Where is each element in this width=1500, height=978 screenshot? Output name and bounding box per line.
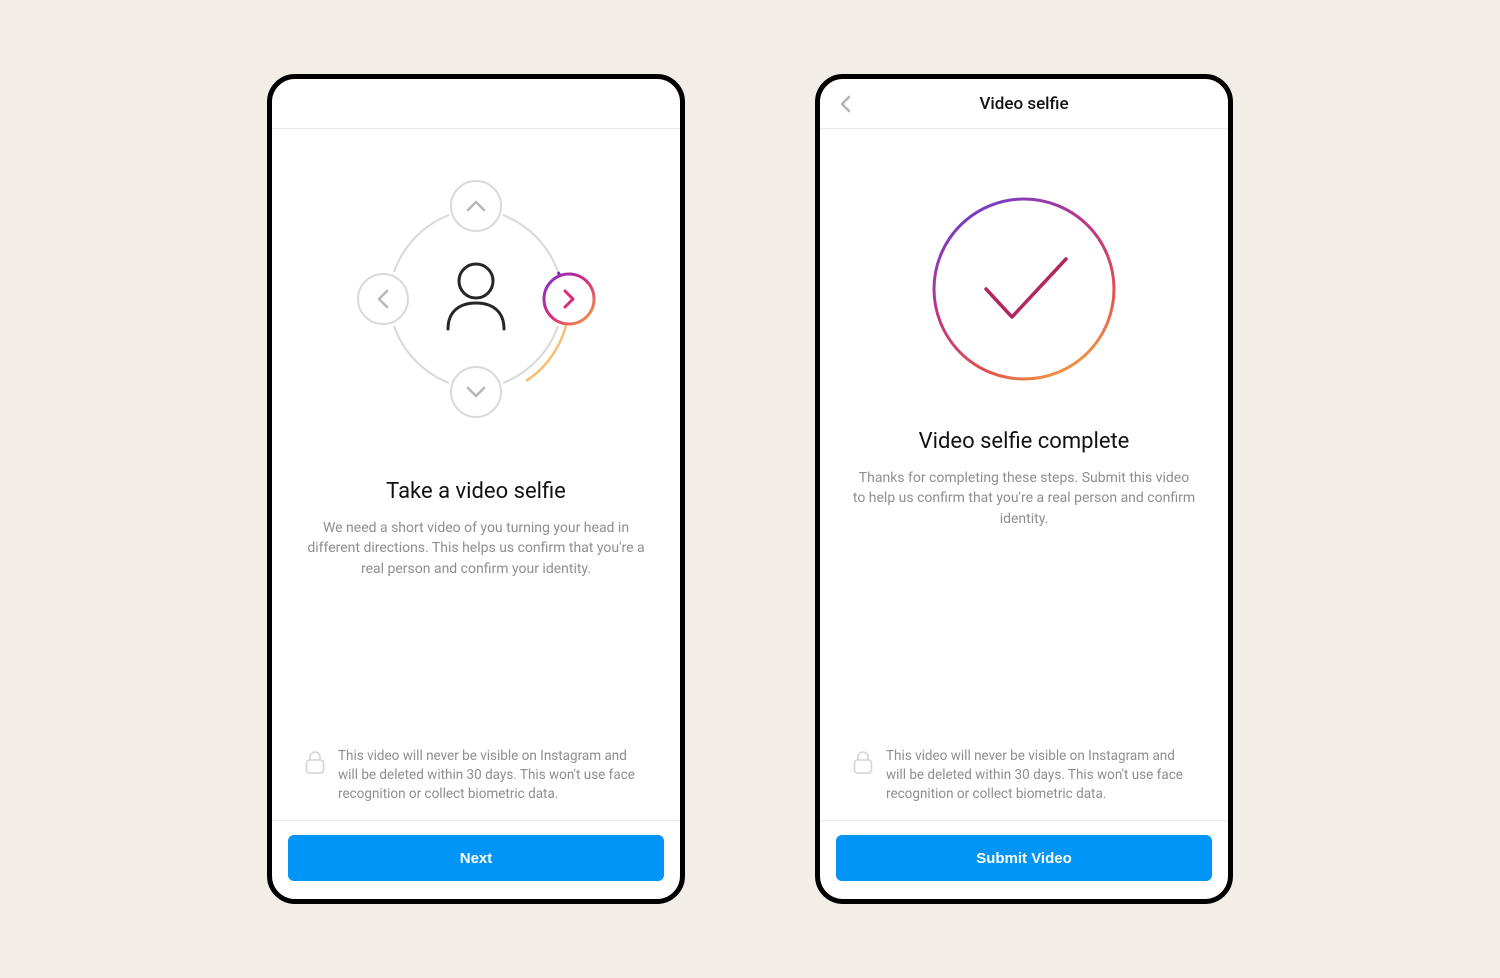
selfie-direction-illustration xyxy=(300,179,652,429)
checkmark-illustration xyxy=(848,189,1200,389)
back-button[interactable] xyxy=(834,92,858,116)
phone-right: Video selfie Video selfie complete Thank… xyxy=(815,74,1233,904)
submit-video-button[interactable]: Submit Video xyxy=(836,835,1212,881)
screen-title: Take a video selfie xyxy=(300,479,652,504)
privacy-note: This video will never be visible on Inst… xyxy=(848,747,1200,804)
privacy-note-text: This video will never be visible on Inst… xyxy=(338,747,648,804)
screen-description: Thanks for completing these steps. Submi… xyxy=(848,468,1200,529)
content-area: Video selfie complete Thanks for complet… xyxy=(820,129,1228,820)
lock-icon xyxy=(304,749,326,775)
privacy-note-text: This video will never be visible on Inst… xyxy=(886,747,1196,804)
phone-left: Take a video selfie We need a short vide… xyxy=(267,74,685,904)
header-title: Video selfie xyxy=(979,94,1068,114)
privacy-note: This video will never be visible on Inst… xyxy=(300,747,652,804)
next-button[interactable]: Next xyxy=(288,835,664,881)
header xyxy=(272,79,680,129)
lock-icon xyxy=(852,749,874,775)
button-area: Submit Video xyxy=(820,820,1228,899)
content-area: Take a video selfie We need a short vide… xyxy=(272,129,680,820)
chevron-left-icon xyxy=(836,94,856,114)
screen-title: Video selfie complete xyxy=(848,429,1200,454)
screen-description: We need a short video of you turning you… xyxy=(300,518,652,579)
header: Video selfie xyxy=(820,79,1228,129)
button-area: Next xyxy=(272,820,680,899)
